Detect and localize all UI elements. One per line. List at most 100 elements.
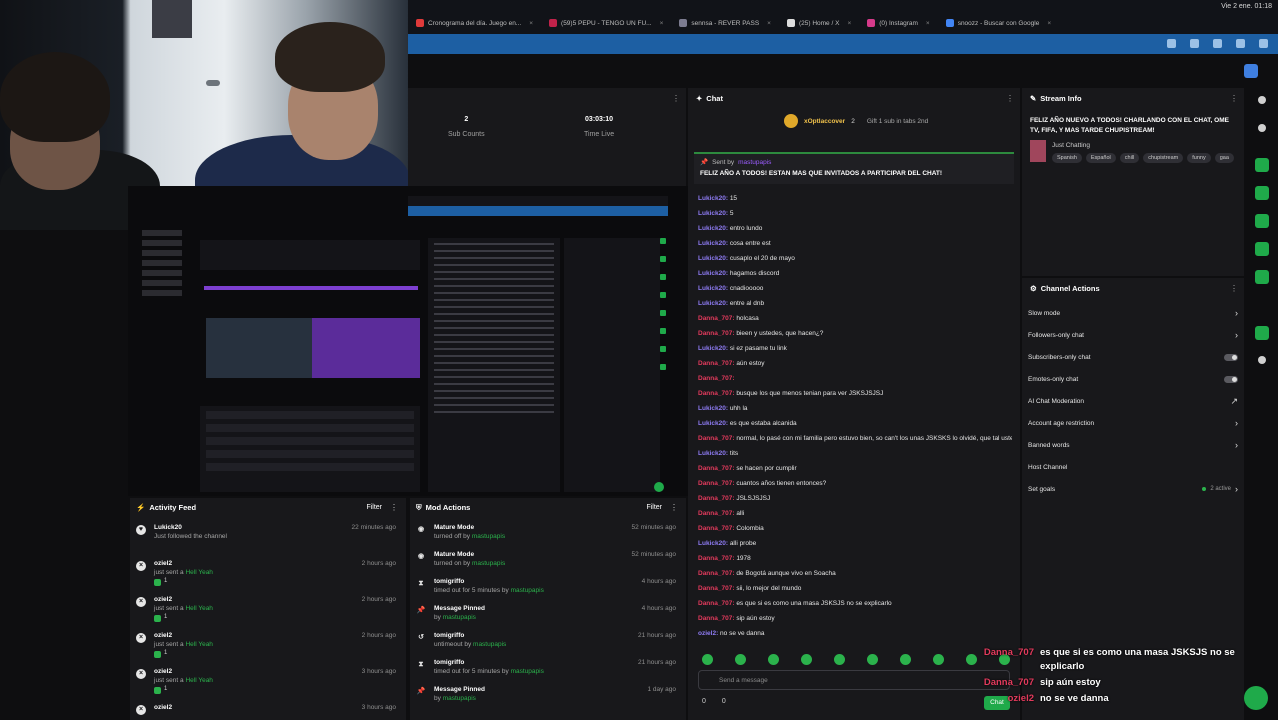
chat-message[interactable]: Danna_707: de Bogotá aunque vivo en Soac… bbox=[698, 566, 1012, 581]
emote-icon[interactable] bbox=[735, 654, 746, 665]
mod-action-moderator[interactable]: mastupapis bbox=[473, 641, 506, 648]
chat-username[interactable]: Danna_707 bbox=[698, 375, 732, 382]
chat-message[interactable]: Lukick20: tits bbox=[698, 446, 1012, 461]
chat-username[interactable]: Lukick20 bbox=[698, 405, 726, 412]
settings-icon[interactable] bbox=[1258, 356, 1266, 364]
chat-options-icon[interactable]: ⋮ bbox=[1006, 94, 1014, 103]
mod-action-moderator[interactable]: mastupapis bbox=[472, 533, 505, 540]
mod-action-item[interactable]: ⧗ tomigriffo timed out for 5 minutes by ma… bbox=[416, 578, 680, 608]
channel-action-row[interactable]: Account age restriction › bbox=[1028, 416, 1238, 430]
mod-action-moderator[interactable]: mastupapis bbox=[511, 587, 544, 594]
user-avatar[interactable] bbox=[1244, 64, 1258, 78]
mod-action-moderator[interactable]: mastupapis bbox=[443, 614, 476, 621]
activity-feed-filter[interactable]: Filter bbox=[366, 504, 382, 511]
chat-message[interactable]: Danna_707: Colombia bbox=[698, 521, 1012, 536]
stream-tag[interactable]: gaa bbox=[1214, 153, 1234, 163]
toggle-switch[interactable] bbox=[1224, 353, 1238, 361]
info-dot-icon[interactable] bbox=[1258, 96, 1266, 104]
browser-tab[interactable]: sennsa - REVER PASS × bbox=[671, 14, 779, 32]
channel-action-row[interactable]: Emotes-only chat bbox=[1028, 372, 1238, 386]
chat-input[interactable]: Send a message bbox=[698, 670, 1010, 690]
mod-action-item[interactable]: 📌 Message Pinned by mastupapis 4 hours ago bbox=[416, 605, 680, 635]
activity-user[interactable]: oziel2 bbox=[154, 632, 172, 639]
tab-close-icon[interactable]: × bbox=[847, 20, 851, 27]
chat-username[interactable]: Danna_707 bbox=[698, 585, 732, 592]
channel-actions-options-icon[interactable]: ⋮ bbox=[1230, 284, 1238, 293]
chat-username[interactable]: Danna_707 bbox=[698, 435, 732, 442]
chat-message[interactable]: Danna_707: bieen y ustedes, que hacen¿? bbox=[698, 326, 1012, 341]
activity-user[interactable]: oziel2 bbox=[154, 704, 172, 711]
chat-username[interactable]: Danna_707 bbox=[698, 555, 732, 562]
expand-icon[interactable] bbox=[1255, 270, 1269, 284]
channel-action-row[interactable]: Host Channel bbox=[1028, 460, 1238, 474]
chat-username[interactable]: Danna_707 bbox=[698, 390, 732, 397]
emote-icon[interactable] bbox=[867, 654, 878, 665]
emote-icon[interactable] bbox=[768, 654, 779, 665]
activity-item[interactable]: × oziel2 just sent a Hell Yeah 3 hours ago 1 bbox=[136, 668, 400, 698]
chat-message[interactable]: Lukick20: cusaplo el 20 de mayo bbox=[698, 251, 1012, 266]
chat-message[interactable]: Danna_707: holcasa bbox=[698, 311, 1012, 326]
chat-message[interactable]: Lukick20: 15 bbox=[698, 191, 1012, 206]
mod-actions-filter[interactable]: Filter bbox=[646, 504, 662, 511]
download-icon[interactable] bbox=[1213, 39, 1222, 48]
chat-message[interactable]: Lukick20: si ez pasame tu link bbox=[698, 341, 1012, 356]
mod-action-item[interactable]: 📌 Message Pinned by mastupapis 1 day ago bbox=[416, 686, 680, 716]
chat-username[interactable]: Danna_707 bbox=[698, 525, 732, 532]
chat-username[interactable]: Lukick20 bbox=[698, 540, 726, 547]
chat-username[interactable]: Danna_707 bbox=[698, 615, 732, 622]
chat-message[interactable]: Lukick20: entre al dnb bbox=[698, 296, 1012, 311]
document-icon[interactable] bbox=[1255, 214, 1269, 228]
category-thumbnail[interactable] bbox=[1030, 140, 1046, 162]
profile-icon[interactable] bbox=[1236, 39, 1245, 48]
activity-item[interactable]: × oziel2 just sent a Hell Yeah 2 hours ago 1 bbox=[136, 632, 400, 662]
activity-user[interactable]: oziel2 bbox=[154, 560, 172, 567]
chat-message[interactable]: Lukick20: hagamos discord bbox=[698, 266, 1012, 281]
chat-username[interactable]: Lukick20 bbox=[698, 345, 726, 352]
chat-message[interactable]: Lukick20: cnadiooooo bbox=[698, 281, 1012, 296]
chat-username[interactable]: Danna_707 bbox=[698, 510, 732, 517]
chat-username[interactable]: Lukick20 bbox=[698, 420, 726, 427]
channel-action-row[interactable]: Banned words › bbox=[1028, 438, 1238, 452]
browser-tab[interactable]: (25) Home / X × bbox=[779, 14, 859, 32]
chat-username[interactable]: Danna_707 bbox=[698, 330, 732, 337]
chat-message[interactable]: Danna_707: alli bbox=[698, 506, 1012, 521]
chat-message[interactable]: Lukick20: es que estaba alcanida bbox=[698, 416, 1012, 431]
mod-action-item[interactable]: ◉ Mature Mode turned off by mastupapis 52 m… bbox=[416, 524, 680, 554]
emote-icon[interactable] bbox=[933, 654, 944, 665]
pencil-icon[interactable] bbox=[1258, 124, 1266, 132]
wrench-icon[interactable] bbox=[1255, 326, 1269, 340]
chat-username[interactable]: Danna_707 bbox=[698, 480, 732, 487]
chat-message[interactable]: Danna_707: aún estoy bbox=[698, 356, 1012, 371]
chat-username[interactable]: Lukick20 bbox=[698, 195, 726, 202]
activity-user[interactable]: oziel2 bbox=[154, 668, 172, 675]
mod-action-item[interactable]: ⧗ tomigriffo timed out for 5 minutes by ma… bbox=[416, 659, 680, 689]
chat-username[interactable]: Lukick20 bbox=[698, 285, 726, 292]
chat-username[interactable]: Lukick20 bbox=[698, 210, 726, 217]
toggle-switch[interactable] bbox=[1224, 375, 1238, 383]
tab-close-icon[interactable]: × bbox=[767, 20, 771, 27]
channel-action-row[interactable]: AI Chat Moderation ↗ bbox=[1028, 394, 1238, 408]
emote-icon[interactable] bbox=[801, 654, 812, 665]
chat-bubble-icon[interactable] bbox=[1255, 242, 1269, 256]
activity-feed-options-icon[interactable]: ⋮ bbox=[390, 503, 398, 512]
tab-close-icon[interactable]: × bbox=[1047, 20, 1051, 27]
chat-username[interactable]: Danna_707 bbox=[698, 360, 732, 367]
bookmark-icon[interactable] bbox=[1255, 158, 1269, 172]
emote-icon[interactable] bbox=[702, 654, 713, 665]
chat-message[interactable]: Danna_707: bbox=[698, 371, 1012, 386]
chat-username[interactable]: Lukick20 bbox=[698, 450, 726, 457]
activity-item[interactable]: ♥ Lukick20 Just followed the channel 22 mi… bbox=[136, 524, 400, 554]
mod-action-moderator[interactable]: mastupapis bbox=[511, 668, 544, 675]
tab-close-icon[interactable]: × bbox=[660, 20, 664, 27]
chat-message[interactable]: Danna_707: busque los que menos tenian p… bbox=[698, 386, 1012, 401]
activity-item[interactable]: × oziel2 3 hours ago bbox=[136, 704, 400, 720]
bolt-icon[interactable] bbox=[1255, 186, 1269, 200]
channel-action-row[interactable]: Slow mode › bbox=[1028, 306, 1238, 320]
chat-message[interactable]: Danna_707: sip aún estoy bbox=[698, 611, 1012, 626]
chat-message[interactable]: Lukick20: uhh la bbox=[698, 401, 1012, 416]
emote-icon[interactable] bbox=[834, 654, 845, 665]
mod-action-item[interactable]: ◉ Mature Mode turned on by mastupapis 52 mi… bbox=[416, 551, 680, 581]
extension-icon[interactable] bbox=[1190, 39, 1199, 48]
browser-tab[interactable]: snoozz - Buscar con Google × bbox=[938, 14, 1059, 32]
channel-action-row[interactable]: Followers-only chat › bbox=[1028, 328, 1238, 342]
